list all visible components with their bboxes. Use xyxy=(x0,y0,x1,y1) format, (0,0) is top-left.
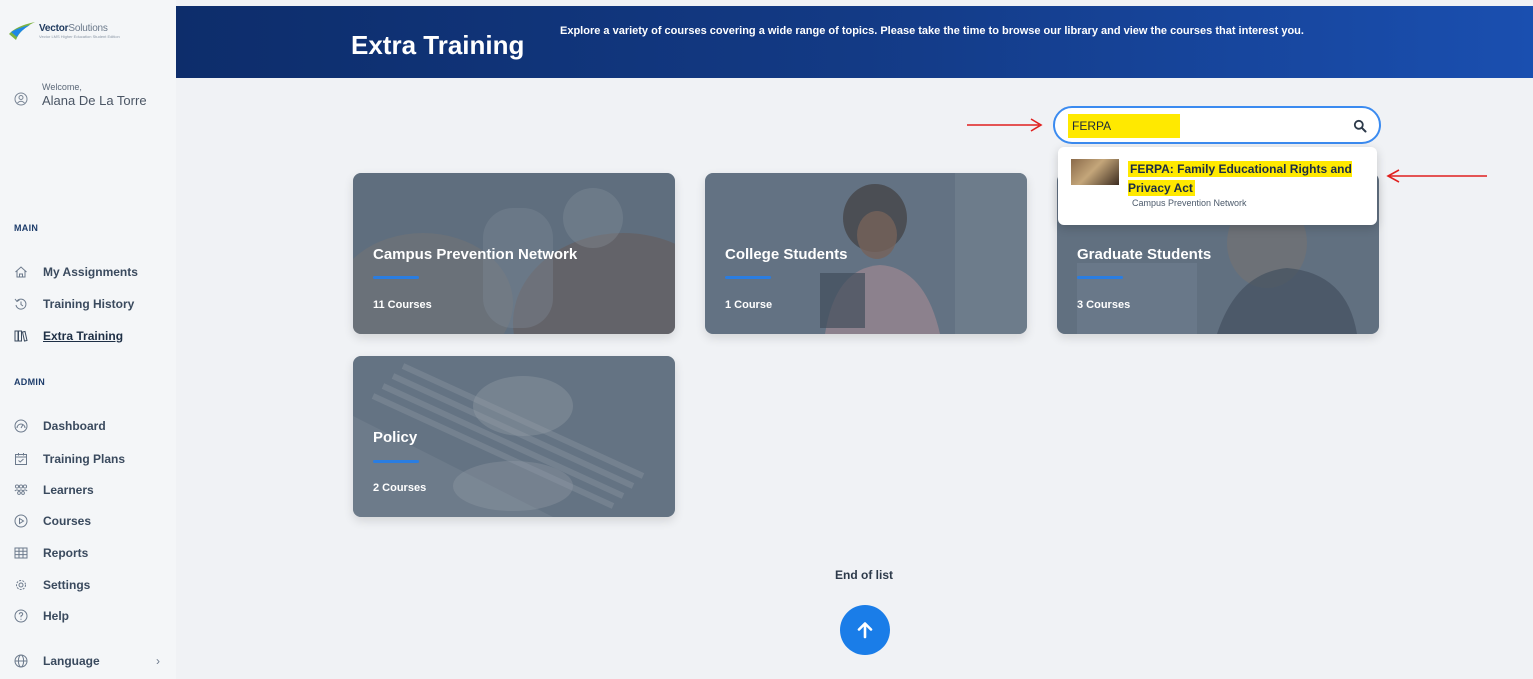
logo-tagline: Vector LMS Higher Education Student Edit… xyxy=(39,33,120,39)
category-card-college-students[interactable]: College Students 1 Course xyxy=(705,173,1027,334)
card-course-count: 2 Courses xyxy=(373,482,427,494)
card-accent-bar xyxy=(373,276,419,279)
search-input-value: FERPA xyxy=(1068,114,1180,138)
nav-label: Extra Training xyxy=(43,329,124,343)
nav-label: Language xyxy=(43,654,100,668)
card-course-count: 1 Course xyxy=(725,299,773,311)
result-title: FERPA: Family Educational Rights and Pri… xyxy=(1128,161,1352,196)
nav-settings[interactable]: Settings xyxy=(14,576,90,594)
category-card-campus-prevention-network[interactable]: Campus Prevention Network 11 Courses xyxy=(353,173,675,334)
logo-brand: Vector xyxy=(39,22,69,34)
gear-icon xyxy=(16,580,26,590)
card-accent-bar xyxy=(373,460,419,463)
page-header: Extra Training Explore a variety of cour… xyxy=(176,6,1533,78)
card-course-count: 3 Courses xyxy=(1077,299,1131,311)
nav-label: Dashboard xyxy=(43,419,106,433)
nav-label: Help xyxy=(43,609,70,623)
result-subtitle: Campus Prevention Network xyxy=(1132,198,1247,208)
welcome-label: Welcome, xyxy=(42,82,82,92)
card-title: Campus Prevention Network xyxy=(373,246,578,263)
result-thumbnail xyxy=(1071,159,1119,185)
globe-icon xyxy=(14,654,28,668)
scroll-to-top-button[interactable] xyxy=(840,605,890,655)
nav-my-assignments[interactable]: My Assignments xyxy=(14,263,138,281)
annotation-arrow-left-icon xyxy=(1386,169,1487,183)
vector-solutions-logo[interactable]: VectorSolutions Vector LMS Higher Educat… xyxy=(8,18,168,44)
nav-extra-training[interactable]: Extra Training xyxy=(14,327,123,345)
nav-label: Learners xyxy=(43,483,94,497)
card-title: Graduate Students xyxy=(1077,246,1212,263)
nav-training-history[interactable]: Training History xyxy=(14,295,134,313)
calendar-check-icon xyxy=(15,453,27,465)
page-title: Extra Training xyxy=(351,30,525,60)
nav-training-plans[interactable]: Training Plans xyxy=(14,450,125,468)
nav-label: Reports xyxy=(43,546,89,560)
nav-courses[interactable]: Courses xyxy=(14,512,91,530)
end-of-list-label: End of list xyxy=(835,568,893,582)
card-accent-bar xyxy=(725,276,771,279)
nav-help[interactable]: Help xyxy=(14,607,69,625)
arrow-up-icon xyxy=(857,622,873,639)
card-title: College Students xyxy=(725,246,848,263)
play-circle-icon xyxy=(14,514,28,528)
logo-brand-light: Solutions xyxy=(68,22,108,34)
nav-learners[interactable]: Learners xyxy=(14,481,94,499)
card-course-count: 11 Courses xyxy=(373,299,432,311)
nav-label: Courses xyxy=(43,514,92,528)
nav-reports[interactable]: Reports xyxy=(14,544,88,562)
history-icon xyxy=(14,298,27,310)
user-name: Alana De La Torre xyxy=(42,93,147,108)
chevron-right-icon: › xyxy=(156,654,160,668)
annotation-arrow-right-icon xyxy=(967,118,1043,132)
nav-label: Settings xyxy=(43,578,91,592)
users-icon xyxy=(14,484,28,495)
user-circle-icon xyxy=(14,92,28,106)
nav-dashboard[interactable]: Dashboard xyxy=(14,417,106,435)
page-description: Explore a variety of courses covering a … xyxy=(560,25,1304,37)
gauge-icon xyxy=(14,419,28,433)
sidebar: VectorSolutions Vector LMS Higher Educat… xyxy=(0,0,176,679)
books-icon xyxy=(14,330,28,342)
category-card-policy[interactable]: Policy 2 Courses xyxy=(353,356,675,517)
table-icon xyxy=(14,547,28,559)
nav-label: Training Plans xyxy=(43,452,126,466)
nav-label: My Assignments xyxy=(43,265,138,279)
nav-language[interactable]: Language › xyxy=(14,652,174,670)
admin-section-label: ADMIN xyxy=(14,377,45,387)
search-icon[interactable] xyxy=(1353,119,1367,133)
nav-label: Training History xyxy=(43,297,135,311)
search-results-dropdown: FERPA: Family Educational Rights and Pri… xyxy=(1058,147,1377,225)
help-circle-icon xyxy=(14,609,28,623)
welcome-block: Welcome, Alana De La Torre xyxy=(14,82,147,108)
card-accent-bar xyxy=(1077,276,1123,279)
home-icon xyxy=(15,266,27,278)
logo-swoosh-icon xyxy=(9,22,35,40)
card-title: Policy xyxy=(373,429,418,446)
main-section-label: MAIN xyxy=(14,223,39,233)
search-input[interactable]: FERPA xyxy=(1053,106,1381,144)
